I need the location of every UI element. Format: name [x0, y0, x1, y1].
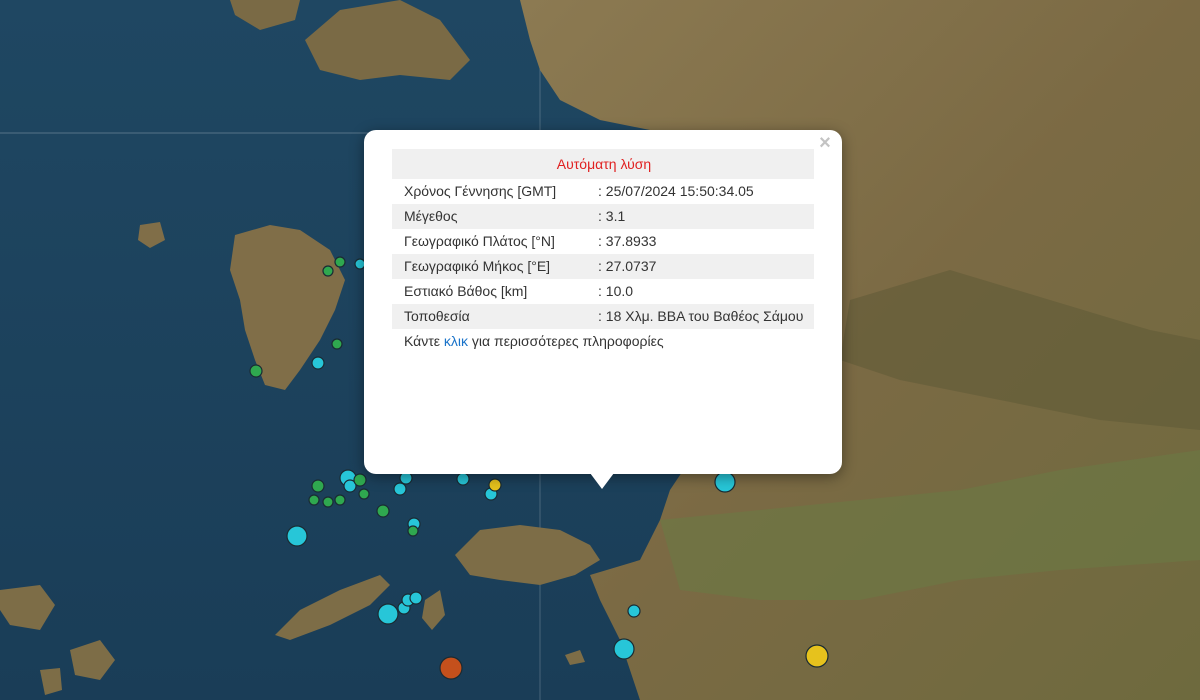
detail-row-location: Τοποθεσία : 18 Χλμ. ΒΒΑ του Βαθέος Σάμου: [392, 304, 814, 329]
earthquake-marker[interactable]: [439, 656, 463, 680]
popup-header-row: Αυτόματη λύση: [392, 149, 814, 179]
detail-label: Χρόνος Γέννησης [GMT]: [404, 183, 557, 199]
earthquake-popup: × Αυτόματη λύση Χρόνος Γέννησης [GMT] : …: [364, 130, 842, 474]
detail-row-origin-time: Χρόνος Γέννησης [GMT] : 25/07/2024 15:50…: [392, 179, 814, 204]
detail-label: Μέγεθος: [392, 204, 592, 229]
detail-value: : 10.0: [598, 283, 634, 299]
more-info-link[interactable]: κλικ: [444, 333, 468, 349]
detail-value: : 3.1: [592, 204, 814, 229]
earthquake-marker[interactable]: [377, 603, 399, 625]
detail-label: Γεωγραφικό Μήκος [°E]: [392, 254, 592, 279]
earthquake-marker[interactable]: [311, 479, 325, 493]
detail-row-longitude: Γεωγραφικό Μήκος [°E] : 27.0737: [392, 254, 814, 279]
earthquake-marker[interactable]: [376, 504, 390, 518]
earthquake-marker[interactable]: [613, 638, 635, 660]
detail-label: Εστιακό Βάθος [km]: [404, 283, 528, 299]
earthquake-marker[interactable]: [322, 265, 334, 277]
earthquake-marker[interactable]: [805, 644, 829, 668]
more-info-text: Κάντε κλικ για περισσότερες πληροφορίες: [392, 333, 814, 349]
earthquake-marker[interactable]: [322, 496, 334, 508]
detail-row-depth: Εστιακό Βάθος [km] : 10.0: [392, 279, 814, 304]
earthquake-marker[interactable]: [334, 494, 346, 506]
earthquake-marker[interactable]: [407, 525, 419, 537]
earthquake-marker[interactable]: [334, 256, 346, 268]
earthquake-marker[interactable]: [393, 482, 407, 496]
detail-value: : 37.8933: [598, 233, 657, 249]
earthquake-marker[interactable]: [353, 473, 367, 487]
more-info-prefix: Κάντε: [404, 333, 444, 349]
earthquake-marker[interactable]: [249, 364, 263, 378]
earthquake-marker[interactable]: [627, 604, 641, 618]
detail-value: : 27.0737: [592, 254, 814, 279]
detail-value: : 25/07/2024 15:50:34.05: [598, 183, 754, 199]
popup-pointer: [590, 473, 614, 489]
detail-row-magnitude: Μέγεθος : 3.1: [392, 204, 814, 229]
detail-label: Τοποθεσία: [392, 304, 592, 329]
earthquake-marker[interactable]: [308, 494, 320, 506]
popup-header: Αυτόματη λύση: [392, 149, 814, 179]
detail-label: Γεωγραφικό Πλάτος [°N]: [404, 233, 555, 249]
earthquake-marker[interactable]: [358, 488, 370, 500]
more-info-suffix: για περισσότερες πληροφορίες: [468, 333, 664, 349]
close-icon[interactable]: ×: [816, 133, 834, 153]
earthquake-marker[interactable]: [311, 356, 325, 370]
earthquake-marker[interactable]: [409, 591, 423, 605]
earthquake-marker[interactable]: [331, 338, 343, 350]
popup-content: Αυτόματη λύση Χρόνος Γέννησης [GMT] : 25…: [392, 149, 814, 349]
earthquake-marker[interactable]: [286, 525, 308, 547]
earthquake-marker[interactable]: [488, 478, 502, 492]
event-details-table: Αυτόματη λύση Χρόνος Γέννησης [GMT] : 25…: [392, 149, 814, 329]
earthquake-marker[interactable]: [456, 472, 470, 486]
detail-value: : 18 Χλμ. ΒΒΑ του Βαθέος Σάμου: [592, 304, 814, 329]
earthquake-marker[interactable]: [714, 471, 736, 493]
detail-row-latitude: Γεωγραφικό Πλάτος [°N] : 37.8933: [392, 229, 814, 254]
